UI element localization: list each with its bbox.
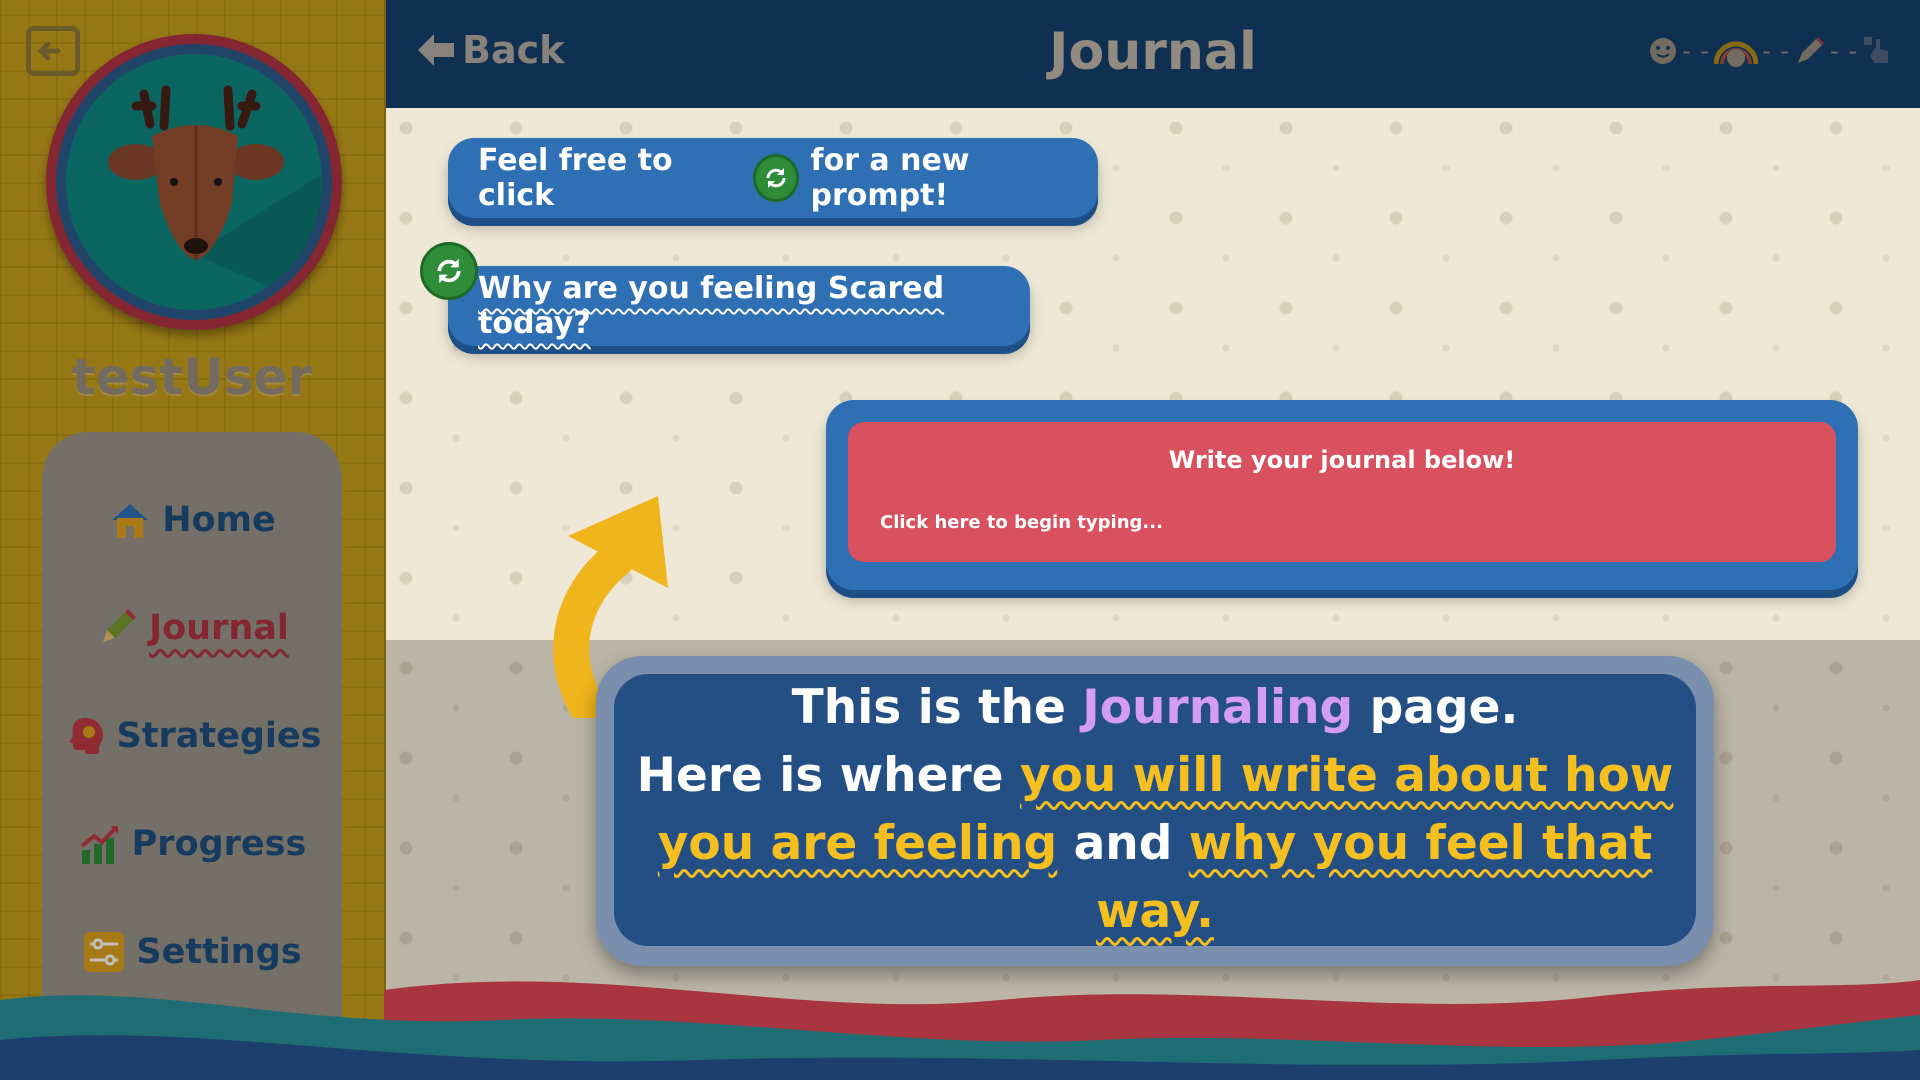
step-connector: - - <box>1682 37 1711 65</box>
nav-item-journal[interactable]: Journal <box>42 598 342 658</box>
tutorial-highlight-journaling: Journaling <box>1082 680 1354 735</box>
prompt-hint-text-after: for a new prompt! <box>810 143 970 213</box>
tutorial-highlight: you will write about how <box>1019 748 1674 803</box>
header: Back Journal - - - - - - <box>386 0 1920 108</box>
tutorial-text: and <box>1073 816 1173 871</box>
nav-label-strategies: Strategies <box>116 716 322 756</box>
tutorial-line-3: you are feeling and why you feel that wa… <box>614 810 1696 946</box>
avatar-ring <box>56 44 332 320</box>
logout-button[interactable] <box>26 26 80 76</box>
chart-icon <box>80 826 118 864</box>
tutorial-text: This is the <box>791 680 1066 735</box>
nav-label-home: Home <box>162 500 276 540</box>
prompt-question: Why are you feeling Scared today? <box>448 266 1030 346</box>
step-connector: - - <box>1762 37 1791 65</box>
new-prompt-button[interactable] <box>420 242 478 300</box>
pointer-step-icon <box>1864 37 1888 63</box>
avatar-background <box>66 54 322 310</box>
decorative-waves <box>0 980 1920 1080</box>
prompt-question-text: Why are you feeling Scared today? <box>478 271 945 341</box>
tutorial-text: Here is where <box>636 748 1004 803</box>
refresh-icon <box>437 258 461 284</box>
tutorial-message: This is the Journaling page. Here is whe… <box>614 674 1696 946</box>
progress-steps: - - - - - - <box>1648 34 1892 68</box>
nav-panel: Home Journal Strategies Progress Setting… <box>42 432 342 1052</box>
username: testUser <box>71 348 313 406</box>
pencil-step-icon <box>1798 37 1825 63</box>
nav-item-home[interactable]: Home <box>42 490 342 550</box>
prompt-hint-text-before: Feel free to click <box>478 143 673 213</box>
logout-icon <box>37 41 61 61</box>
step-connector: - - <box>1830 37 1858 65</box>
nav-item-strategies[interactable]: Strategies <box>42 706 342 766</box>
journal-input[interactable]: Click here to begin typing... <box>880 512 1163 533</box>
journal-heading: Write your journal below! <box>1168 446 1516 474</box>
rainbow-head-icon <box>1714 41 1759 67</box>
pencil-icon <box>103 609 137 642</box>
deer-icon <box>108 85 322 310</box>
journal-box: Write your journal below! Click here to … <box>826 400 1858 590</box>
tutorial-line-1: This is the Journaling page. <box>792 674 1519 742</box>
head-icon <box>68 718 103 754</box>
tutorial-line-2: Here is where you will write about how <box>637 742 1674 810</box>
tutorial-card[interactable]: This is the Journaling page. Here is whe… <box>596 656 1714 966</box>
refresh-icon <box>753 154 799 202</box>
nav-label-progress: Progress <box>131 824 307 864</box>
nav-label-journal: Journal <box>149 608 289 648</box>
nav-item-progress[interactable]: Progress <box>42 814 342 874</box>
tutorial-highlight: why you feel that way. <box>1096 816 1653 939</box>
prompt-hint: Feel free to click for a new prompt! <box>448 138 1098 218</box>
smiley-icon <box>1650 38 1677 64</box>
tutorial-highlight: you are feeling <box>657 816 1058 871</box>
tutorial-text: page. <box>1369 680 1519 735</box>
avatar <box>46 34 342 330</box>
home-icon <box>112 504 149 538</box>
journal-entry-area[interactable]: Write your journal below! Click here to … <box>848 422 1836 562</box>
sidebar: testUser Home Journal Strategies Progres… <box>0 0 386 1080</box>
